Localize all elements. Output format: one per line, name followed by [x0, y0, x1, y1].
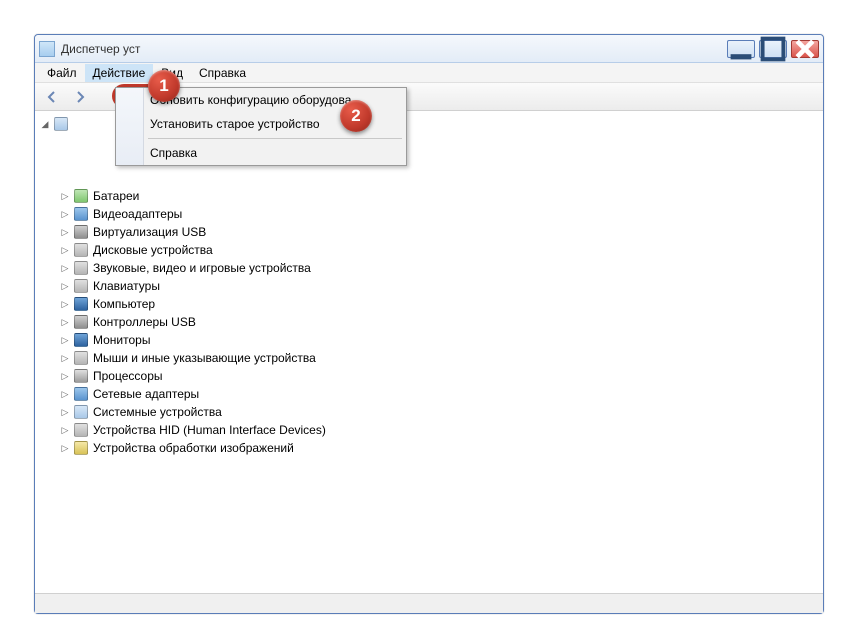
- tree-node-label: Виртуализация USB: [93, 225, 206, 239]
- tree-node[interactable]: ▷ Устройства HID (Human Interface Devices…: [59, 421, 823, 439]
- computer-icon: [53, 116, 69, 132]
- expand-icon[interactable]: ▷: [59, 190, 71, 202]
- expand-icon[interactable]: ▷: [59, 442, 71, 454]
- tree-node-label: Системные устройства: [93, 405, 222, 419]
- expand-icon[interactable]: ▷: [59, 226, 71, 238]
- device-category-icon: [73, 260, 89, 276]
- tree-node[interactable]: ▷ Видеоадаптеры: [59, 205, 823, 223]
- app-window: Диспетчер уст Файл Действие Вид Справка …: [34, 34, 824, 614]
- tree-node-label: Клавиатуры: [93, 279, 160, 293]
- tree-node[interactable]: ▷ Компьютер: [59, 295, 823, 313]
- close-button[interactable]: [791, 40, 819, 58]
- expand-icon[interactable]: ▷: [59, 262, 71, 274]
- device-category-icon: [73, 188, 89, 204]
- device-category-icon: [73, 422, 89, 438]
- tree-node[interactable]: ▷ Процессоры: [59, 367, 823, 385]
- device-category-icon: [73, 242, 89, 258]
- window-title: Диспетчер уст: [61, 42, 140, 56]
- tree-node[interactable]: ▷ Сетевые адаптеры: [59, 385, 823, 403]
- expand-icon[interactable]: ▷: [59, 406, 71, 418]
- tree-node[interactable]: ▷ Звуковые, видео и игровые устройства: [59, 259, 823, 277]
- expand-icon[interactable]: ▷: [59, 208, 71, 220]
- tree-node[interactable]: ▷ Контроллеры USB: [59, 313, 823, 331]
- expand-icon[interactable]: ▷: [59, 352, 71, 364]
- minimize-button[interactable]: [727, 40, 755, 58]
- device-category-icon: [73, 386, 89, 402]
- tree-node[interactable]: ▷ Батареи: [59, 187, 823, 205]
- menu-help-item[interactable]: Справка: [116, 141, 406, 165]
- expand-icon[interactable]: ▷: [59, 388, 71, 400]
- tree-node[interactable]: ▷ Устройства обработки изображений: [59, 439, 823, 457]
- tree-node[interactable]: ▷ Дисковые устройства: [59, 241, 823, 259]
- tree-node-label: Устройства обработки изображений: [93, 441, 294, 455]
- annotation-bubble-2: 2: [340, 100, 372, 132]
- expand-icon[interactable]: ▷: [59, 424, 71, 436]
- tree-node[interactable]: ▷ Системные устройства: [59, 403, 823, 421]
- app-icon: [39, 41, 55, 57]
- tree-node-label: Мониторы: [93, 333, 150, 347]
- arrow-right-icon: [72, 89, 88, 105]
- back-button[interactable]: [41, 86, 63, 108]
- device-category-icon: [73, 440, 89, 456]
- device-category-icon: [73, 296, 89, 312]
- statusbar: [35, 593, 823, 613]
- tree-node[interactable]: ▷ Клавиатуры: [59, 277, 823, 295]
- expand-icon[interactable]: ▷: [59, 298, 71, 310]
- expand-icon[interactable]: ▷: [59, 334, 71, 346]
- device-category-icon: [73, 224, 89, 240]
- device-category-icon: [73, 404, 89, 420]
- collapse-icon[interactable]: ◢: [39, 118, 51, 130]
- client-area: ◢ ▷ . ▷ . ▷ .: [35, 111, 823, 613]
- device-category-icon: [73, 332, 89, 348]
- tree-children: ▷ . ▷ . ▷ . ▷Батареи▷Видеоадаптеры▷Вирту…: [39, 133, 823, 457]
- tree-node-label: Звуковые, видео и игровые устройства: [93, 261, 311, 275]
- tree-node-label: Батареи: [93, 189, 139, 203]
- menu-action[interactable]: Действие: [85, 64, 154, 82]
- menu-help[interactable]: Справка: [191, 64, 254, 82]
- tree-node-label: Компьютер: [93, 297, 155, 311]
- titlebar: Диспетчер уст: [35, 35, 823, 63]
- menu-file[interactable]: Файл: [39, 64, 85, 82]
- annotation-bubble-1: 1: [148, 70, 180, 102]
- tree-node-label: Контроллеры USB: [93, 315, 196, 329]
- tree-node-label: Видеоадаптеры: [93, 207, 182, 221]
- expand-icon[interactable]: ▷: [59, 370, 71, 382]
- expand-icon[interactable]: ▷: [59, 244, 71, 256]
- tree-node[interactable]: ▷ Мыши и иные указывающие устройства: [59, 349, 823, 367]
- expand-icon[interactable]: ▷: [59, 316, 71, 328]
- device-category-icon: [73, 206, 89, 222]
- tree-node-label: Процессоры: [93, 369, 163, 383]
- tree-node-label: Сетевые адаптеры: [93, 387, 199, 401]
- menu-separator: [148, 138, 402, 139]
- maximize-icon: [760, 36, 786, 62]
- device-category-icon: [73, 368, 89, 384]
- arrow-left-icon: [44, 89, 60, 105]
- minimize-icon: [728, 36, 754, 62]
- tree-node-label: Дисковые устройства: [93, 243, 213, 257]
- expand-icon[interactable]: ▷: [59, 280, 71, 292]
- device-category-icon: [73, 278, 89, 294]
- device-category-icon: [73, 314, 89, 330]
- tree-node[interactable]: ▷ Мониторы: [59, 331, 823, 349]
- forward-button[interactable]: [69, 86, 91, 108]
- tree-node-label: Устройства HID (Human Interface Devices): [93, 423, 326, 437]
- maximize-button[interactable]: [759, 40, 787, 58]
- tree-node[interactable]: ▷ Виртуализация USB: [59, 223, 823, 241]
- tree-node-label: Мыши и иные указывающие устройства: [93, 351, 316, 365]
- device-category-icon: [73, 350, 89, 366]
- close-icon: [792, 36, 818, 62]
- device-tree[interactable]: ◢ ▷ . ▷ . ▷ .: [35, 111, 823, 593]
